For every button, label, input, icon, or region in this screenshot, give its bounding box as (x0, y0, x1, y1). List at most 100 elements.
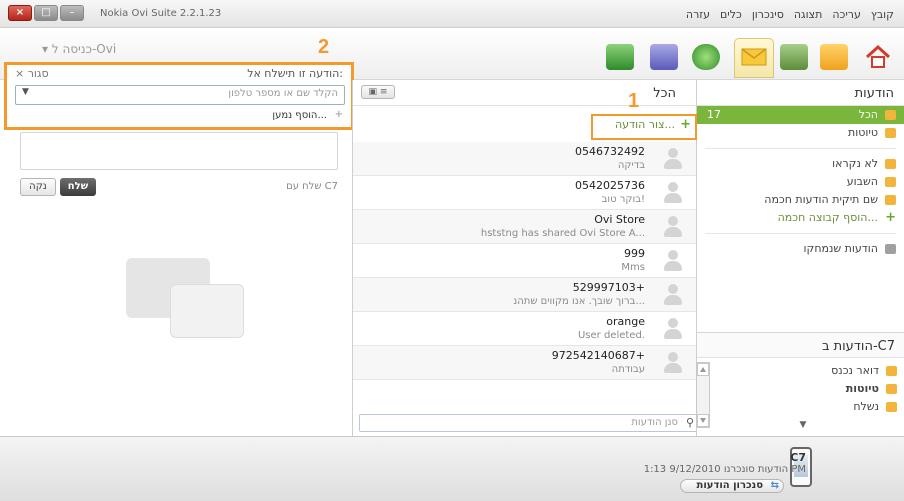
device-name: C7 (790, 451, 806, 464)
music-icon[interactable] (650, 44, 678, 70)
contacts-icon[interactable] (820, 44, 848, 70)
send-with-label: שלח עם C7 (286, 181, 338, 192)
message-sender: 0542025736 (575, 179, 645, 192)
search-icon: ⚲ (685, 416, 694, 429)
title-bar: × □ – Nokia Ovi Suite 2.2.1.23 קובץ עריכ… (0, 0, 904, 28)
message-row[interactable]: 999 Mms (353, 244, 697, 278)
menu-edit[interactable]: עריכה (832, 8, 861, 21)
sidebar-item-label: דואר נכנס (831, 364, 879, 377)
inbox-icon (886, 366, 897, 376)
smart-folder-icon (885, 177, 896, 187)
add-recipient-link[interactable]: + הוסף נמען... (272, 109, 343, 121)
send-to-label: הודעה זו תישלח אל: (247, 67, 343, 80)
sync-icon: ⇆ (770, 480, 779, 491)
sidebar-item-drafts[interactable]: טיוטות (697, 124, 904, 142)
message-preview: User deleted. (577, 330, 645, 341)
sidebar-item-label: לא נקראו (832, 157, 878, 170)
chevron-down-icon[interactable]: ▼ (22, 87, 29, 97)
message-preview: hststng has shared Ovi Store A... (480, 228, 645, 239)
sidebar-item-label: הוסף קבוצה חכמה... (777, 211, 878, 224)
close-recipient-button[interactable]: × סגור (15, 67, 49, 80)
smart-folder-icon (885, 159, 896, 169)
compose-pane: הודעה זו תישלח אל: × סגור ▼ הקלד שם או מ… (0, 62, 354, 436)
avatar-icon (663, 284, 683, 306)
sidebar-item-inbox[interactable]: דואר נכנס (697, 362, 904, 380)
sidebar-item-label: השבוע (846, 175, 878, 188)
avatar-icon (663, 318, 683, 340)
divider (705, 148, 896, 149)
outbox-icon (886, 402, 897, 412)
ovi-login-link[interactable]: ▾ כניסה ל-Ovi (42, 42, 116, 56)
device-folder-list: דואר נכנס טיוטות נשלח (697, 362, 904, 416)
menu-sync[interactable]: סינכרון (752, 8, 784, 21)
chat-bubbles-icon (126, 258, 246, 348)
add-recipient-label: הוסף נמען... (272, 110, 327, 121)
home-icon[interactable] (864, 44, 892, 70)
sidebar-item-label: הכל (858, 108, 878, 121)
message-row[interactable]: 529997103+ ברוך שובך. אנו מקווים שתהנ... (353, 278, 697, 312)
menu-view[interactable]: תצוגה (794, 8, 822, 21)
message-row[interactable]: Ovi Store hststng has shared Ovi Store A… (353, 210, 697, 244)
sidebar-item-label: טיוטות (848, 126, 878, 139)
view-toggle-button[interactable]: ▣ ≡ (361, 85, 395, 99)
message-sender: Ovi Store (594, 213, 645, 226)
folder-sidebar: הודעות הכל 17 טיוטות לא נקראו השבוע שם ת… (696, 80, 904, 436)
message-body-input[interactable] (20, 132, 338, 170)
message-list-header: הכל (353, 80, 696, 106)
message-sender: orange (606, 315, 645, 328)
store-icon[interactable] (606, 44, 634, 70)
message-row[interactable]: orange User deleted. (353, 312, 697, 346)
plus-icon: + (885, 210, 896, 225)
message-preview: עבודתה (611, 364, 645, 375)
restore-window-button[interactable]: □ (34, 5, 58, 21)
menu-bar: קובץ עריכה תצוגה סינכרון כלים עזרה (676, 8, 894, 21)
photos-icon[interactable] (780, 44, 808, 70)
sidebar-item-smart-folder[interactable]: שם תיקית הודעות חכמה (697, 191, 904, 209)
smart-folder-icon (885, 195, 896, 205)
menu-file[interactable]: קובץ (871, 8, 894, 21)
sidebar-item-unread[interactable]: לא נקראו (697, 155, 904, 173)
message-preview: ברוך שובך. אנו מקווים שתהנ... (513, 296, 645, 307)
ovi-login-label: כניסה ל-Ovi (51, 42, 117, 56)
sidebar-item-deleted[interactable]: הודעות שנמחקו (697, 240, 904, 258)
sidebar-item-add-smart-group[interactable]: + הוסף קבוצה חכמה... (697, 209, 904, 227)
avatar-icon (663, 216, 683, 238)
menu-help[interactable]: עזרה (686, 8, 710, 21)
sidebar-item-label: שם תיקית הודעות חכמה (764, 193, 878, 206)
message-sender: 999 (624, 247, 645, 260)
envelope-icon (885, 110, 896, 120)
minimize-window-button[interactable]: – (60, 5, 84, 21)
trash-icon (885, 244, 896, 254)
messages-icon[interactable] (734, 38, 774, 78)
message-preview: בדיקה (617, 160, 645, 171)
message-row[interactable]: 0546732492 בדיקה (353, 142, 697, 176)
sidebar-item-sent[interactable]: נשלח (697, 398, 904, 416)
annotation-1: 1 (628, 90, 640, 112)
avatar-icon (663, 250, 683, 272)
message-sender: 529997103+ (572, 281, 645, 294)
device-folders-scrollbar[interactable] (696, 362, 710, 428)
filter-placeholder: סנן הודעות (631, 417, 678, 428)
device-messages-header: הודעות ב-C7 (697, 332, 904, 358)
sidebar-item-all[interactable]: הכל 17 (697, 106, 904, 124)
message-rows: 0546732492 בדיקה 0542025736 בוקר טוב! Ov… (353, 142, 697, 380)
recipient-input[interactable]: ▼ הקלד שם או מספר טלפון (15, 85, 345, 105)
sidebar-item-this-week[interactable]: השבוע (697, 173, 904, 191)
filter-messages-input[interactable]: ⚲ סנן הודעות (359, 414, 699, 432)
close-window-button[interactable]: × (8, 5, 32, 21)
message-row[interactable]: 0542025736 בוקר טוב! (353, 176, 697, 210)
maps-icon[interactable] (692, 44, 720, 70)
divider (705, 233, 896, 234)
message-preview: בוקר טוב! (601, 194, 645, 205)
envelope-icon (886, 384, 897, 394)
clear-button[interactable]: נקה (20, 178, 56, 196)
sidebar-item-device-drafts[interactable]: טיוטות (697, 380, 904, 398)
message-row[interactable]: 972542140687+ עבודתה (353, 346, 697, 380)
sync-messages-button[interactable]: ⇆ סנכרון הודעות (680, 479, 784, 493)
avatar-icon (663, 182, 683, 204)
chevron-down-icon[interactable]: ▼ (793, 420, 813, 432)
menu-tools[interactable]: כלים (720, 8, 742, 21)
send-row: נקה שלח שלח עם C7 (20, 178, 338, 198)
window-title: Nokia Ovi Suite 2.2.1.23 (100, 8, 222, 19)
send-button[interactable]: שלח (60, 178, 96, 196)
